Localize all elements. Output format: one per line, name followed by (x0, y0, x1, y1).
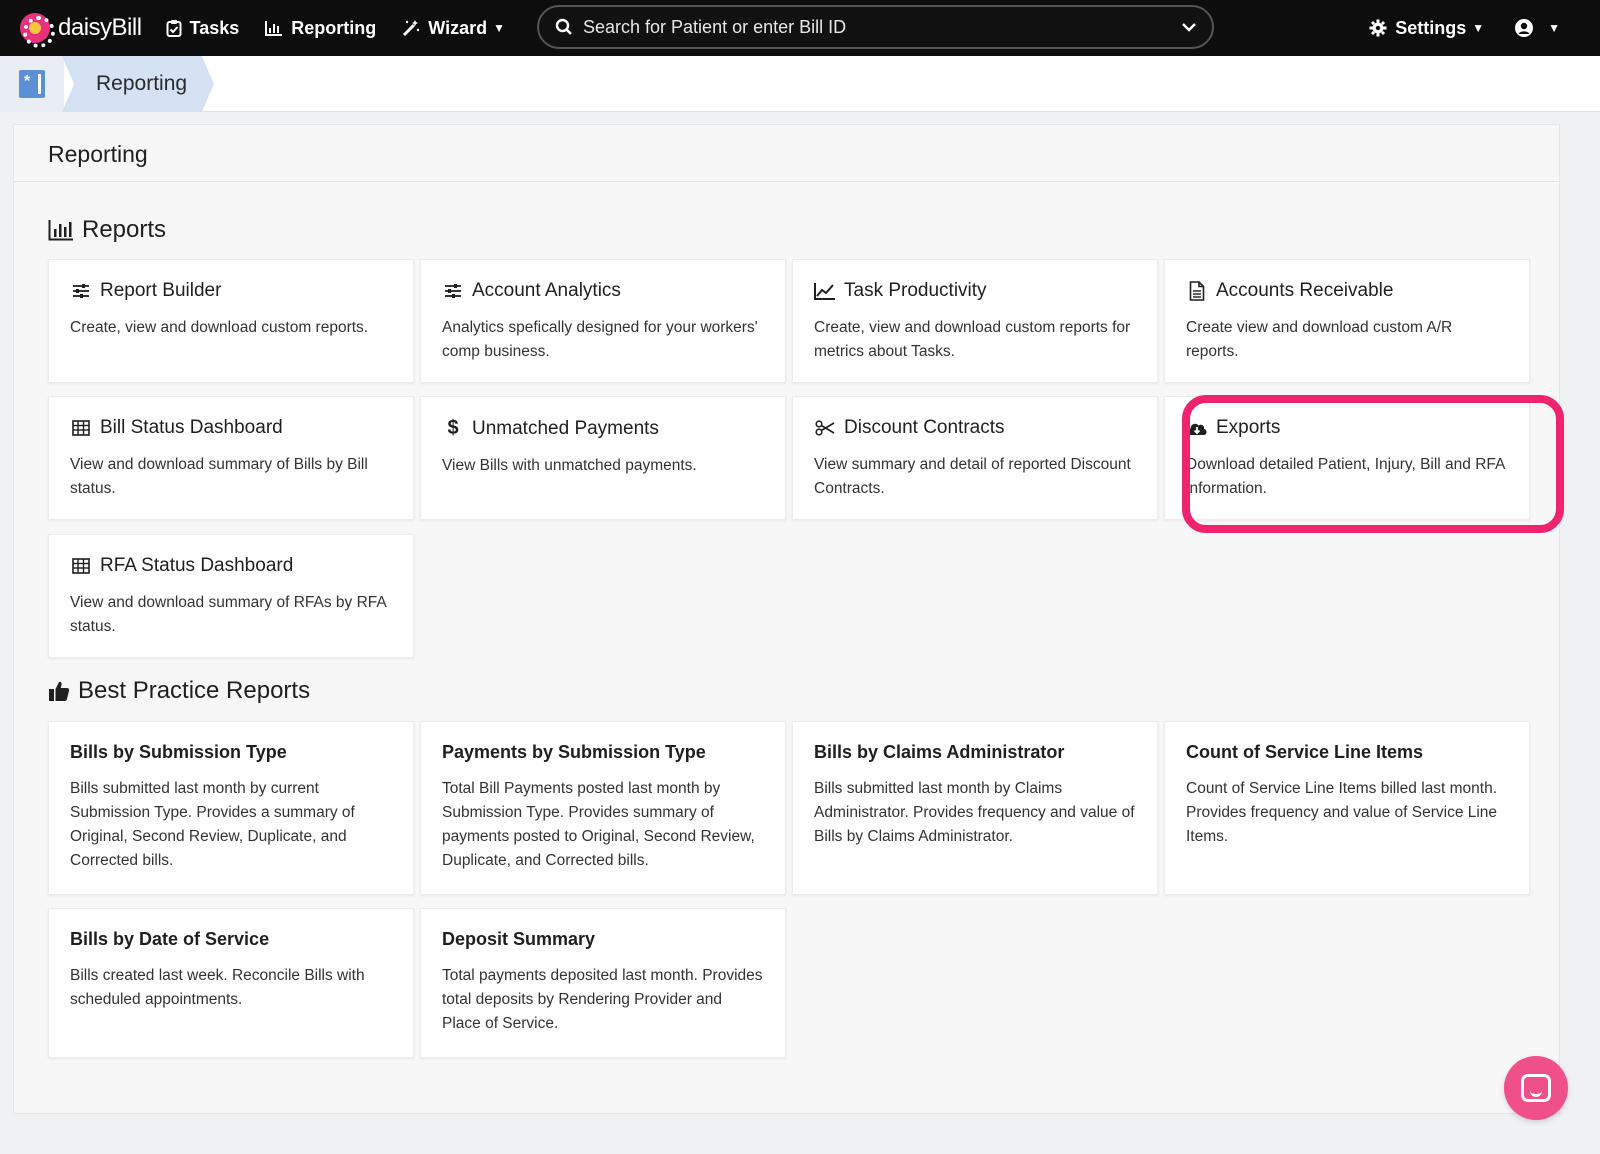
report-card-unmatched-payments[interactable]: $ Unmatched Payments View Bills with unm… (420, 396, 786, 520)
bp-card-count-of-service-line-items[interactable]: Count of Service Line Items Count of Ser… (1164, 721, 1530, 895)
card-title: Report Builder (100, 280, 222, 301)
bp-card-deposit-summary[interactable]: Deposit Summary Total payments deposited… (420, 908, 786, 1058)
card-description: View and download summary of Bills by Bi… (70, 456, 368, 497)
dollar-icon: $ (447, 417, 459, 439)
bp-card-bills-by-date-of-service[interactable]: Bills by Date of Service Bills created l… (48, 908, 414, 1058)
report-card-discount-contracts[interactable]: Discount Contracts View summary and deta… (792, 396, 1158, 520)
card-title: Account Analytics (472, 280, 621, 301)
card-description: Create, view and download custom reports… (70, 319, 369, 336)
nav-settings[interactable]: Settings ▼ (1369, 18, 1484, 39)
report-card-bill-status-dashboard[interactable]: Bill Status Dashboard View and download … (48, 396, 414, 520)
card-title: Unmatched Payments (472, 417, 659, 439)
card-title: Bills by Date of Service (70, 929, 270, 949)
best-practice-heading: Best Practice Reports (48, 677, 310, 705)
thumbs-up-icon (49, 681, 70, 701)
bp-card-payments-by-submission-type[interactable]: Payments by Submission Type Total Bill P… (420, 721, 786, 895)
card-description: Total payments deposited last month. Pro… (442, 967, 763, 1032)
bar-chart-icon (48, 220, 73, 241)
clipboard-check-icon (166, 20, 182, 37)
card-title: Bills by Submission Type (70, 742, 287, 762)
reports-heading-text: Reports (82, 216, 167, 243)
card-description: View Bills with unmatched payments. (442, 457, 697, 474)
daisy-flower-icon (20, 13, 55, 48)
cloud-download-icon (1186, 420, 1208, 436)
report-card-exports[interactable]: Exports Download detailed Patient, Injur… (1164, 396, 1530, 520)
report-card-account-analytics[interactable]: Account Analytics Analytics spefically d… (420, 259, 786, 383)
user-circle-icon (1515, 19, 1534, 37)
card-title: Bill Status Dashboard (100, 417, 283, 438)
report-card-task-productivity[interactable]: Task Productivity Create, view and downl… (792, 259, 1158, 383)
sliders-icon (70, 283, 92, 299)
report-card-rfa-status-dashboard[interactable]: RFA Status Dashboard View and download s… (48, 534, 414, 658)
chevron-down-icon: ▼ (1548, 21, 1560, 35)
chevron-down-icon: ▼ (1472, 21, 1485, 35)
nav-settings-label: Settings (1395, 17, 1467, 38)
card-title: Bills by Claims Administrator (814, 742, 1065, 762)
chat-launcher-button[interactable] (1504, 1056, 1568, 1120)
chevron-down-icon[interactable] (1182, 22, 1196, 32)
card-title: Count of Service Line Items (1186, 742, 1424, 762)
book-icon (19, 70, 45, 98)
chat-icon (1521, 1074, 1551, 1102)
table-icon (70, 420, 92, 436)
chevron-down-icon: ▼ (493, 21, 505, 35)
brand-name: daisyBill (58, 14, 142, 41)
table-icon (70, 558, 92, 574)
line-chart-icon (814, 282, 836, 300)
search-box[interactable] (537, 5, 1214, 49)
nav-tasks-label: Tasks (189, 17, 240, 38)
card-description: Download detailed Patient, Injury, Bill … (1186, 456, 1505, 497)
breadcrumb-home[interactable] (0, 56, 64, 112)
card-description: Bills created last week. Reconcile Bills… (70, 967, 365, 1008)
gear-icon (1369, 19, 1387, 37)
card-title: Deposit Summary (442, 929, 596, 949)
card-description: Total Bill Payments posted last month by… (442, 780, 755, 869)
card-description: Create, view and download custom reports… (814, 319, 1131, 360)
breadcrumb-current[interactable]: Reporting (62, 56, 214, 112)
document-icon (1186, 281, 1208, 301)
card-title: Discount Contracts (844, 417, 1005, 438)
card-description: Analytics spefically designed for your w… (442, 319, 758, 360)
reports-heading: Reports (48, 216, 166, 244)
nav-wizard-label: Wizard (428, 17, 488, 38)
nav-reporting-label: Reporting (291, 17, 377, 38)
search-icon (555, 18, 572, 35)
reporting-panel: Reporting Reports Report Builder Create,… (13, 124, 1560, 1114)
card-title: Payments by Submission Type (442, 742, 706, 762)
report-card-accounts-receivable[interactable]: Accounts Receivable Create view and down… (1164, 259, 1530, 383)
card-description: View and download summary of RFAs by RFA… (70, 594, 386, 635)
card-description: Count of Service Line Items billed last … (1186, 780, 1498, 845)
bp-card-bills-by-claims-administrator[interactable]: Bills by Claims Administrator Bills subm… (792, 721, 1158, 895)
card-description: View summary and detail of reported Disc… (814, 456, 1131, 497)
sliders-icon (442, 283, 464, 299)
breadcrumb: Reporting (0, 56, 1600, 112)
card-description: Bills submitted last month by current Su… (70, 780, 355, 869)
top-navbar: daisyBill Tasks Reporting Wizard ▼ Setti… (0, 0, 1600, 56)
search-input[interactable] (583, 16, 1182, 38)
nav-tasks[interactable]: Tasks (166, 17, 240, 39)
best-practice-heading-text: Best Practice Reports (78, 677, 311, 704)
scissors-icon (814, 420, 836, 436)
page-title: Reporting (48, 141, 148, 167)
nav-reporting[interactable]: Reporting (265, 18, 376, 39)
daisybill-logo[interactable]: daisyBill (20, 13, 142, 48)
card-description: Create view and download custom A/R repo… (1186, 319, 1453, 360)
nav-wizard[interactable]: Wizard ▼ (402, 18, 505, 39)
magic-wand-icon (403, 20, 420, 37)
divider (14, 181, 1559, 182)
card-title: Exports (1216, 417, 1281, 438)
card-title: RFA Status Dashboard (100, 555, 294, 576)
bar-chart-icon (265, 21, 283, 36)
nav-right: Settings ▼ ▼ (1339, 0, 1560, 56)
bp-card-bills-by-submission-type[interactable]: Bills by Submission Type Bills submitted… (48, 721, 414, 895)
card-title: Accounts Receivable (1216, 280, 1394, 301)
card-description: Bills submitted last month by Claims Adm… (814, 780, 1135, 845)
nav-user-menu[interactable]: ▼ (1514, 18, 1560, 38)
card-title: Task Productivity (844, 280, 987, 301)
report-card-report-builder[interactable]: Report Builder Create, view and download… (48, 259, 414, 383)
